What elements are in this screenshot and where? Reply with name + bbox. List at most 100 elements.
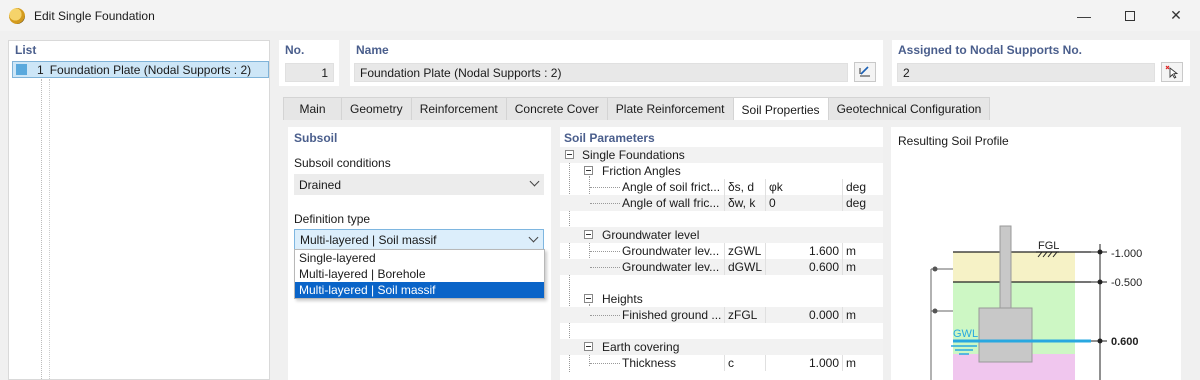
close-button[interactable]: ✕ — [1153, 0, 1199, 31]
tree-guide — [590, 315, 620, 316]
cell-separator — [842, 307, 843, 323]
list-item-number: 1 — [37, 62, 44, 77]
param-row[interactable]: Thickness c 1.000 m — [560, 355, 883, 371]
name-label: Name — [356, 43, 389, 57]
cell-separator — [724, 259, 725, 275]
tree-guide — [41, 79, 42, 379]
cell-separator — [765, 355, 766, 371]
layer-marker — [932, 266, 938, 272]
dimension-marker — [1097, 249, 1103, 255]
param-value[interactable]: 1.600 — [769, 244, 839, 258]
tree-guide — [590, 267, 620, 268]
tree-guide — [590, 251, 620, 252]
assigned-field[interactable]: 2 — [897, 63, 1155, 82]
tab-bar: Main Geometry Reinforcement Concrete Cov… — [283, 97, 991, 121]
param-label: Angle of soil frict... — [622, 180, 721, 194]
definition-type-label: Definition type — [294, 212, 371, 226]
cell-separator — [724, 179, 725, 195]
soil-profile-diagram: GWL FGL -1.000 -0.500 0.600 — [930, 225, 1142, 380]
group-row-friction-angles[interactable]: Friction Angles — [560, 163, 883, 179]
dimension-marker — [1097, 279, 1103, 285]
title-bar: Edit Single Foundation — ✕ — [0, 0, 1200, 31]
number-box: No. 1 — [279, 40, 339, 86]
cell-separator — [842, 243, 843, 259]
group-title: Groundwater level — [602, 228, 700, 242]
name-box: Name Foundation Plate (Nodal Supports : … — [350, 40, 883, 86]
tab-concrete-cover[interactable]: Concrete Cover — [505, 97, 608, 120]
gwl-label: GWL — [953, 328, 978, 340]
assigned-box: Assigned to Nodal Supports No. 2 — [892, 40, 1190, 86]
cell-separator — [765, 195, 766, 211]
cell-separator — [842, 259, 843, 275]
definition-type-select[interactable]: Multi-layered | Soil massif — [294, 229, 544, 250]
collapse-icon[interactable] — [584, 230, 593, 239]
subsoil-conditions-value: Drained — [299, 177, 342, 192]
collapse-icon[interactable] — [565, 150, 574, 159]
param-value[interactable]: φk — [769, 180, 783, 194]
level-label: -1.000 — [1111, 248, 1142, 260]
param-label: Groundwater lev... — [622, 260, 720, 274]
option-multi-layered-borehole[interactable]: Multi-layered | Borehole — [295, 266, 544, 282]
edit-name-button[interactable] — [854, 62, 876, 82]
param-symbol: δw, k — [728, 196, 756, 210]
tab-main[interactable]: Main — [283, 97, 342, 120]
tab-geotechnical-configuration[interactable]: Geotechnical Configuration — [827, 97, 991, 120]
option-single-layered[interactable]: Single-layered — [295, 250, 544, 266]
option-multi-layered-soil-massif[interactable]: Multi-layered | Soil massif — [295, 282, 544, 298]
collapse-icon[interactable] — [584, 166, 593, 175]
maximize-button[interactable] — [1107, 0, 1153, 31]
chevron-down-icon — [529, 176, 540, 187]
param-unit: deg — [846, 196, 867, 210]
param-row[interactable]: Angle of soil frict... δs, d φk deg — [560, 179, 883, 195]
param-label: Finished ground ... — [622, 308, 722, 322]
param-row[interactable]: Angle of wall fric... δw, k 0 deg — [560, 195, 883, 211]
foundation-plate — [978, 307, 1033, 363]
level-label: -0.500 — [1111, 277, 1142, 289]
param-row[interactable]: Finished ground ... zFGL 0.000 m — [560, 307, 883, 323]
group-row-earth-covering[interactable]: Earth covering — [560, 339, 883, 355]
dimension-marker — [1097, 338, 1103, 344]
tab-reinforcement[interactable]: Reinforcement — [410, 97, 507, 120]
param-symbol: c — [728, 356, 734, 370]
param-row[interactable]: Groundwater lev... zGWL 1.600 m — [560, 243, 883, 259]
tree-guide — [49, 79, 50, 379]
tree-root-row[interactable]: Single Foundations — [560, 147, 883, 163]
param-value[interactable]: 0.600 — [769, 260, 839, 274]
param-value[interactable]: 0 — [769, 196, 776, 210]
group-row-groundwater-level[interactable]: Groundwater level — [560, 227, 883, 243]
cell-separator — [765, 179, 766, 195]
param-unit: deg — [846, 180, 867, 194]
param-label: Angle of wall fric... — [622, 196, 720, 210]
select-nodal-supports-button[interactable] — [1161, 62, 1183, 82]
definition-type-dropdown: Single-layered Multi-layered | Borehole … — [294, 249, 545, 299]
soil-parameters-header: Soil Parameters — [564, 131, 655, 145]
soil-profile-panel: Resulting Soil Profile GWL FGL -1.000 -0… — [891, 127, 1181, 380]
param-unit: m — [846, 308, 856, 322]
param-value[interactable]: 1.000 — [769, 356, 839, 370]
window-title: Edit Single Foundation — [34, 8, 155, 23]
param-label: Groundwater lev... — [622, 244, 720, 258]
param-value[interactable]: 0.000 — [769, 308, 839, 322]
group-row-heights[interactable]: Heights — [560, 291, 883, 307]
minimize-button[interactable]: — — [1061, 0, 1107, 31]
collapse-icon[interactable] — [584, 294, 593, 303]
name-field[interactable]: Foundation Plate (Nodal Supports : 2) — [354, 63, 848, 82]
param-row[interactable]: Groundwater lev... dGWL 0.600 m — [560, 259, 883, 275]
maximize-icon — [1125, 10, 1135, 21]
tab-geometry[interactable]: Geometry — [341, 97, 412, 120]
param-symbol: zGWL — [728, 244, 762, 258]
foundation-column — [999, 225, 1012, 309]
tab-plate-reinforcement[interactable]: Plate Reinforcement — [606, 97, 734, 120]
list-header: List — [15, 43, 37, 57]
layer-marker — [932, 308, 938, 314]
subsoil-conditions-select[interactable]: Drained — [294, 174, 544, 195]
list-item[interactable]: 1 Foundation Plate (Nodal Supports : 2) — [12, 61, 269, 78]
cell-separator — [765, 259, 766, 275]
foundation-color-icon — [16, 64, 27, 75]
definition-type-value: Multi-layered | Soil massif — [300, 232, 437, 247]
group-title: Earth covering — [602, 340, 680, 354]
tab-soil-properties[interactable]: Soil Properties — [732, 97, 829, 121]
number-field[interactable]: 1 — [285, 63, 334, 82]
collapse-icon[interactable] — [584, 342, 593, 351]
number-label: No. — [285, 43, 305, 57]
